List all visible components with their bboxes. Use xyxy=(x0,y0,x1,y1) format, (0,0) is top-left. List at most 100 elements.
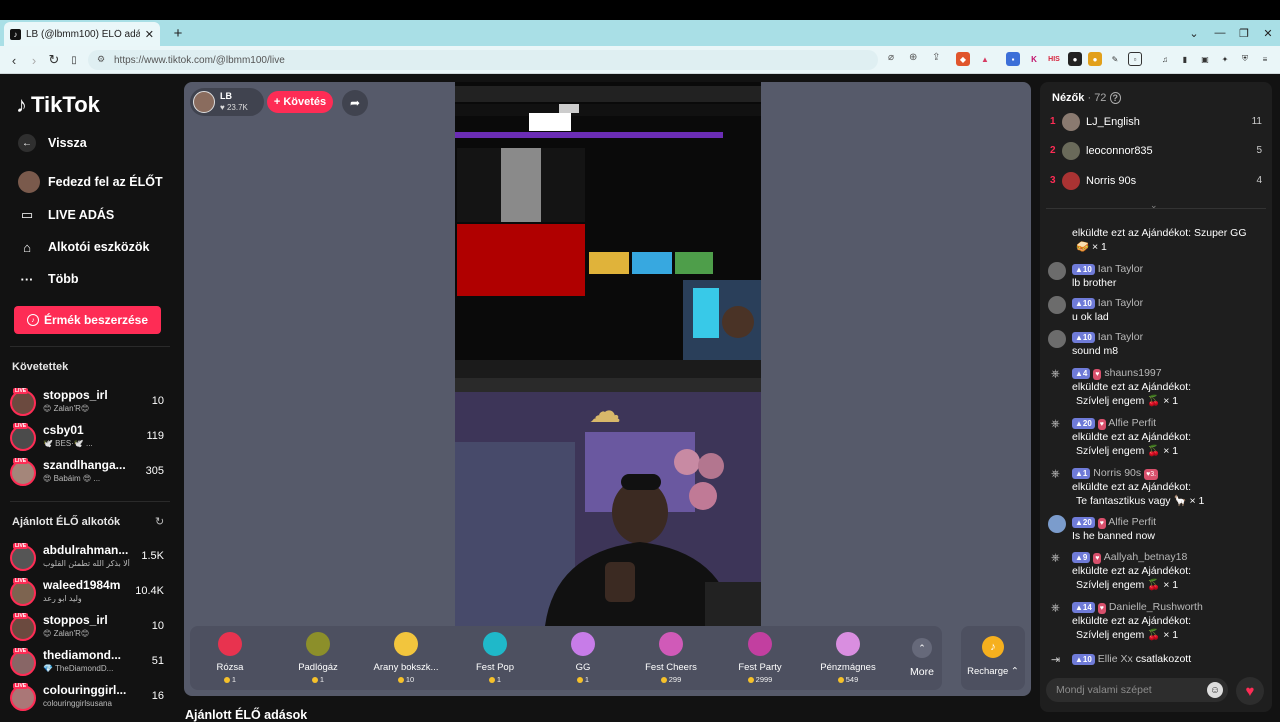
gift-item[interactable]: Arany bokszk... 10 xyxy=(365,630,447,688)
viewers-label: Nézők xyxy=(1052,92,1085,104)
extension-4-icon[interactable]: ● xyxy=(1068,52,1082,66)
zoom-icon[interactable]: ⊕ xyxy=(909,52,917,63)
refresh-icon[interactable]: ↻ xyxy=(155,515,164,528)
username[interactable]: Norris 90s xyxy=(1093,467,1141,479)
nav-back[interactable]: ← Vissza xyxy=(18,132,87,154)
nav-explore-live[interactable]: Fedezd fel az ÉLŐT xyxy=(18,171,163,193)
url-field[interactable]: ⚙ https://www.tiktok.com/@lbmm100/live xyxy=(88,50,878,70)
gift-item[interactable]: Rózsa 1 xyxy=(189,630,271,688)
chevron-up-icon: ⌃ xyxy=(912,638,932,658)
sidebar-toggle-icon[interactable]: ▮ xyxy=(1178,52,1192,66)
translate-icon[interactable]: ⌀ xyxy=(888,52,894,63)
avatar[interactable] xyxy=(1048,262,1066,280)
wallet-icon[interactable]: ▣ xyxy=(1198,52,1212,66)
nav-more[interactable]: ··· Több xyxy=(18,268,79,290)
heart-like-icon[interactable]: ♥ xyxy=(1236,677,1264,705)
recharge-button[interactable]: ♪ Recharge ⌃ xyxy=(961,626,1025,690)
forward-icon[interactable]: › xyxy=(24,46,44,74)
brave-shield-icon[interactable]: ◆ xyxy=(956,52,970,66)
nav-creator-tools[interactable]: ⌂ Alkotói eszközök xyxy=(18,236,149,258)
username[interactable]: Ian Taylor xyxy=(1098,297,1143,309)
rewards-icon[interactable]: ▲ xyxy=(978,52,992,66)
more-gifts-button[interactable]: ⌃ More xyxy=(906,630,938,686)
username[interactable]: Aallyah_betnay18 xyxy=(1104,551,1187,563)
tiktok-logo[interactable]: ♪ TikTok xyxy=(16,92,100,118)
media-icon[interactable]: ♫ xyxy=(1158,52,1172,66)
share-page-icon[interactable]: ⇪ xyxy=(932,52,940,63)
username[interactable]: Ellie Xx xyxy=(1098,653,1133,665)
sidebar-divider xyxy=(10,346,170,347)
emoji-icon[interactable]: ☺ xyxy=(1207,682,1223,698)
browser-tab[interactable]: ♪ LB (@lbmm100) ÉLŐ adásban ✕ xyxy=(4,22,160,46)
message-text: elküldte ezt az Ajándékot: xyxy=(1072,481,1192,493)
viewers-header[interactable]: Nézők · 72 ? xyxy=(1052,92,1121,104)
recommended-item[interactable]: LIVE thediamond... 💎 TheDiamondD... 51 xyxy=(10,648,170,678)
avatar[interactable] xyxy=(1048,296,1066,314)
fan-badge: ♥3. xyxy=(1144,469,1159,480)
account-name: abdulrahman... xyxy=(43,543,129,557)
avatar xyxy=(1062,172,1080,190)
close-tab-icon[interactable]: ✕ xyxy=(145,28,154,41)
message-text: sound m8 xyxy=(1072,345,1119,357)
username[interactable]: Alfie Perfit xyxy=(1108,516,1156,528)
back-icon[interactable]: ‹ xyxy=(4,46,24,74)
username[interactable]: Ian Taylor xyxy=(1098,263,1143,275)
bookmark-icon[interactable]: ▯ xyxy=(64,46,84,74)
username[interactable]: Danielle_Rushworth xyxy=(1109,601,1203,613)
extension-7-icon[interactable]: ▫ xyxy=(1128,52,1142,66)
message-text: csatlakozott xyxy=(1135,653,1192,665)
username[interactable]: Alfie Perfit xyxy=(1108,417,1156,429)
username[interactable]: shauns1997 xyxy=(1104,367,1161,379)
extension-1-icon[interactable]: ▪ xyxy=(1006,52,1020,66)
follow-button[interactable]: + Követés xyxy=(267,91,333,113)
gift-item[interactable]: Padlógáz 1 xyxy=(277,630,359,688)
recommended-item[interactable]: LIVE stoppos_irl 😊 Zalan'R😊 10 xyxy=(10,613,170,643)
gift-item[interactable]: GG 1 xyxy=(542,630,624,688)
info-icon[interactable]: ? xyxy=(1109,92,1121,104)
following-item[interactable]: LIVE szandlhanga... 😍 Babáim 😍 ... 305 xyxy=(10,458,170,488)
gift-item[interactable]: Pénzmágnes 549 xyxy=(807,630,889,688)
share-icon[interactable]: ➦ xyxy=(342,90,368,116)
following-item[interactable]: LIVE csby01 🕊️ BES·🕊️ ... 119 xyxy=(10,423,170,453)
expand-chevron-icon[interactable]: ⌄ xyxy=(1150,200,1158,211)
live-video[interactable]: ☁︎ xyxy=(455,82,761,626)
site-info-icon[interactable]: ⚙ xyxy=(97,54,105,65)
leo-ai-icon[interactable]: ✦ xyxy=(1218,52,1232,66)
recommended-item[interactable]: LIVE abdulrahman... ألا بذكر الله تطمئن … xyxy=(10,543,170,573)
top-viewer-row[interactable]: 2 leoconnor835 5 xyxy=(1050,140,1270,164)
menu-icon[interactable]: ≡ xyxy=(1258,52,1272,66)
extension-6-icon[interactable]: ✎ xyxy=(1108,52,1122,66)
new-tab-button[interactable]: + xyxy=(168,22,188,44)
vpn-icon[interactable]: ⛨ xyxy=(1238,52,1252,66)
recommended-item[interactable]: LIVE waleed1984m وليد ابو رعد 10.4K xyxy=(10,578,170,608)
close-window-icon[interactable]: ✕ xyxy=(1254,20,1280,46)
avatar[interactable] xyxy=(1048,515,1066,533)
gift-name: Arany bokszk... xyxy=(373,662,439,673)
following-item[interactable]: LIVE stoppos_irl 😊 Zalan'R😊 10 xyxy=(10,388,170,418)
recommended-item[interactable]: LIVE colouringgirl... colouringgirlsusan… xyxy=(10,683,170,713)
gift-item[interactable]: Fest Pop 1 xyxy=(454,630,536,688)
viewer-count: 10 xyxy=(151,395,164,407)
get-coins-button[interactable]: ♪ Érmék beszerzése xyxy=(14,306,161,334)
extension-3-icon[interactable]: HIS xyxy=(1047,52,1061,66)
extension-5-icon[interactable]: ● xyxy=(1088,52,1102,66)
top-viewer-row[interactable]: 3 Norris 90s 4 xyxy=(1050,170,1270,194)
account-name: stoppos_irl xyxy=(43,613,108,627)
reload-icon[interactable]: ↻ xyxy=(44,46,64,74)
gift-item[interactable]: Fest Party 2999 xyxy=(719,630,801,688)
gift-price: 1 xyxy=(488,675,501,684)
chat-input[interactable]: Mondj valami szépet xyxy=(1046,678,1228,702)
host-avatar[interactable] xyxy=(193,91,215,113)
account-subtitle: 🕊️ BES·🕊️ ... xyxy=(43,439,93,448)
avatar xyxy=(1062,142,1080,160)
avatar[interactable] xyxy=(1048,330,1066,348)
top-viewer-row[interactable]: 1 LJ_English 11 xyxy=(1050,111,1270,135)
window-menu-icon[interactable]: ⌄ xyxy=(1180,20,1208,46)
username[interactable]: Ian Taylor xyxy=(1098,331,1143,343)
viewer-count: 119 xyxy=(146,430,164,442)
chat-message: ▲10 Ian Taylor u ok lad xyxy=(1048,296,1264,324)
host-name[interactable]: LB xyxy=(220,91,232,101)
extension-2-icon[interactable]: K xyxy=(1027,52,1041,66)
gift-item[interactable]: Fest Cheers 299 xyxy=(630,630,712,688)
nav-live-studio[interactable]: ▭ LIVE ADÁS xyxy=(18,204,114,226)
